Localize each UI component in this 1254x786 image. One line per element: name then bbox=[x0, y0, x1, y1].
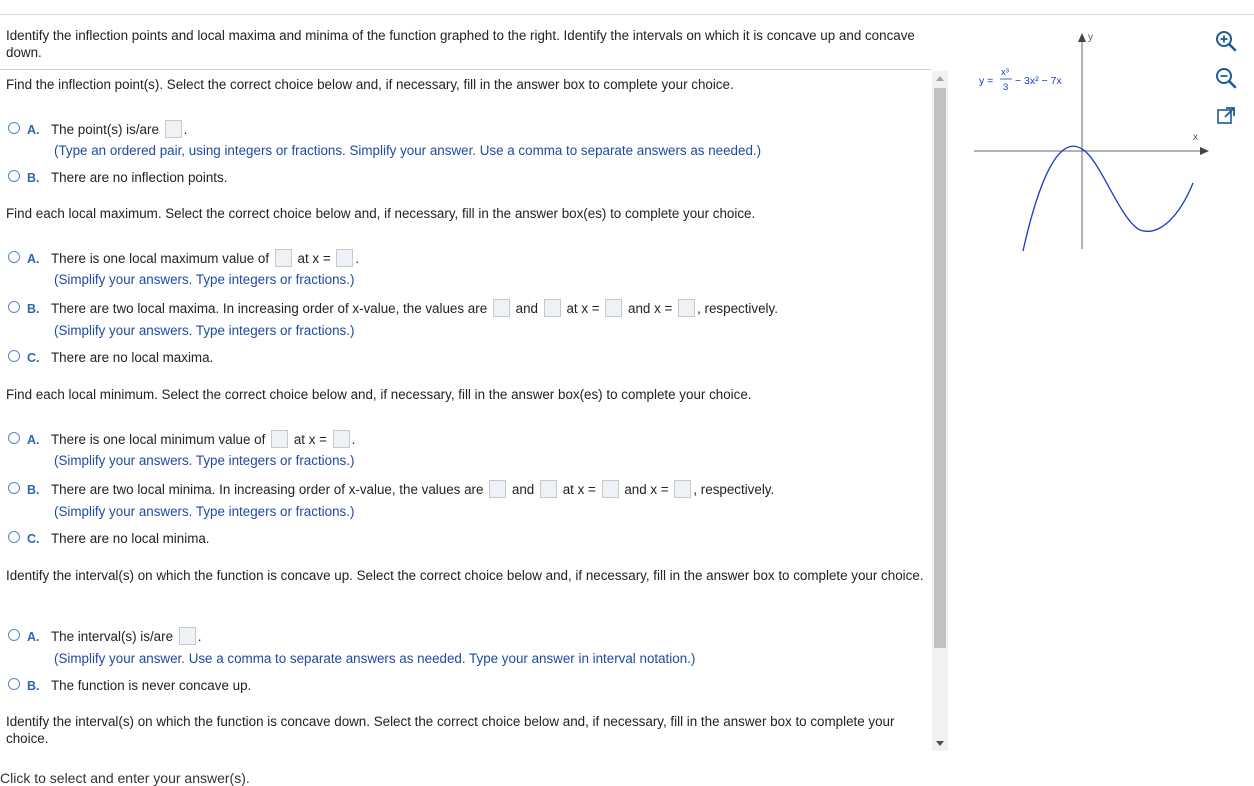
answer-box[interactable] bbox=[678, 299, 696, 318]
answer-box[interactable] bbox=[539, 480, 557, 499]
function-curve bbox=[1022, 145, 1194, 252]
minimum-b-hint: (Simplify your answers. Type integers or… bbox=[54, 504, 355, 519]
option-text: , respectively. bbox=[693, 482, 775, 497]
concave-down-prompt: Identify the interval(s) on which the fu… bbox=[6, 714, 895, 746]
option-text: The function is never concave up. bbox=[51, 678, 252, 693]
option-text: There is one local minimum value of bbox=[51, 432, 266, 447]
option-letter: A. bbox=[27, 252, 40, 266]
option-text: The point(s) is/are bbox=[51, 122, 159, 137]
answer-box[interactable] bbox=[489, 480, 507, 499]
option-text: The interval(s) is/are bbox=[51, 629, 174, 644]
option-letter: C. bbox=[27, 351, 40, 365]
minimum-a-hint: (Simplify your answers. Type integers or… bbox=[54, 453, 355, 468]
top-divider bbox=[0, 14, 1254, 15]
option-text: and bbox=[511, 482, 535, 497]
y-axis-arrow-icon bbox=[1078, 33, 1086, 42]
inflection-option-a[interactable]: A. The point(s) is/are . bbox=[8, 120, 187, 139]
option-text: at x = bbox=[297, 251, 331, 266]
question-divider bbox=[0, 69, 931, 70]
maximum-option-c[interactable]: C. There are no local maxima. bbox=[8, 349, 213, 367]
option-letter: B. bbox=[27, 483, 40, 497]
zoom-out-icon[interactable] bbox=[1213, 65, 1239, 91]
option-letter: B. bbox=[27, 171, 40, 185]
option-text: There are two local minima. In increasin… bbox=[51, 482, 484, 497]
concave-up-prompt: Identify the interval(s) on which the fu… bbox=[6, 568, 924, 583]
minimum-option-b[interactable]: B. There are two local minima. In increas… bbox=[8, 480, 775, 499]
radio-button[interactable] bbox=[8, 678, 20, 691]
answer-pane[interactable]: Find the inflection point(s). Select the… bbox=[0, 71, 932, 751]
zoom-out-tool[interactable] bbox=[1213, 65, 1239, 91]
scroll-up-arrow-icon[interactable] bbox=[936, 76, 944, 81]
option-text: , respectively. bbox=[697, 301, 778, 316]
option-text: There are two local maxima. In increasin… bbox=[51, 301, 488, 316]
radio-button[interactable] bbox=[8, 629, 20, 642]
y-axis-label: y bbox=[1088, 32, 1093, 43]
answer-box[interactable] bbox=[274, 249, 292, 268]
option-letter: A. bbox=[27, 630, 40, 644]
option-letter: A. bbox=[27, 123, 40, 137]
answer-box[interactable] bbox=[674, 480, 692, 499]
equation-denominator: 3 bbox=[1003, 82, 1008, 93]
inflection-hint: (Type an ordered pair, using integers or… bbox=[54, 143, 762, 158]
maximum-b-hint: (Simplify your answers. Type integers or… bbox=[54, 323, 355, 338]
popout-icon[interactable] bbox=[1213, 103, 1239, 129]
scrollbar-thumb[interactable] bbox=[934, 88, 946, 648]
option-text: There is one local maximum value of bbox=[51, 251, 270, 266]
radio-button[interactable] bbox=[8, 301, 20, 314]
minimum-option-a[interactable]: A. There is one local minimum value of at… bbox=[8, 430, 355, 449]
option-text: at x = bbox=[562, 482, 596, 497]
option-text: There are no inflection points. bbox=[51, 170, 228, 185]
answer-box[interactable] bbox=[178, 627, 196, 646]
answer-box[interactable] bbox=[336, 249, 354, 268]
option-text: and bbox=[515, 301, 538, 316]
answer-box[interactable] bbox=[271, 430, 289, 449]
x-axis-arrow-icon bbox=[1200, 147, 1209, 155]
option-text: There are no local maxima. bbox=[51, 350, 214, 365]
answer-box[interactable] bbox=[492, 299, 510, 318]
answer-box[interactable] bbox=[605, 299, 623, 318]
answer-box[interactable] bbox=[332, 430, 350, 449]
inflection-prompt: Find the inflection point(s). Select the… bbox=[6, 77, 734, 92]
zoom-in-icon[interactable] bbox=[1213, 28, 1239, 54]
radio-button[interactable] bbox=[8, 531, 20, 544]
option-text: and x = bbox=[624, 482, 669, 497]
radio-button[interactable] bbox=[8, 251, 20, 264]
concave-up-option-b[interactable]: B. The function is never concave up. bbox=[8, 677, 251, 695]
maximum-a-hint: (Simplify your answers. Type integers or… bbox=[54, 272, 355, 287]
radio-button[interactable] bbox=[8, 482, 20, 495]
answer-box[interactable] bbox=[164, 120, 182, 139]
zoom-in-tool[interactable] bbox=[1213, 28, 1239, 54]
maximum-option-a[interactable]: A. There is one local maximum value of at… bbox=[8, 249, 359, 268]
inflection-option-b[interactable]: B. There are no inflection points. bbox=[8, 169, 227, 187]
radio-button[interactable] bbox=[8, 122, 20, 135]
answer-box[interactable] bbox=[601, 480, 619, 499]
radio-button[interactable] bbox=[8, 170, 20, 183]
equation-prefix: y = bbox=[979, 75, 993, 87]
option-letter: C. bbox=[27, 532, 40, 546]
option-text: and x = bbox=[628, 301, 673, 316]
vertical-scrollbar[interactable] bbox=[932, 71, 948, 751]
popout-tool[interactable] bbox=[1213, 103, 1239, 129]
radio-button[interactable] bbox=[8, 350, 20, 363]
option-text: at x = bbox=[566, 301, 600, 316]
scroll-down-arrow-icon[interactable] bbox=[936, 741, 944, 746]
maximum-prompt: Find each local maximum. Select the corr… bbox=[6, 206, 756, 221]
radio-button[interactable] bbox=[8, 432, 20, 445]
maximum-option-b[interactable]: B. There are two local maxima. In increas… bbox=[8, 299, 778, 318]
question-text: Identify the inflection points and local… bbox=[6, 28, 915, 60]
concave-up-hint: (Simplify your answer. Use a comma to se… bbox=[54, 651, 696, 666]
option-letter: A. bbox=[27, 433, 40, 447]
x-axis-label: x bbox=[1193, 132, 1198, 143]
equation-numerator: x³ bbox=[1001, 67, 1009, 78]
answer-box[interactable] bbox=[543, 299, 561, 318]
minimum-option-c[interactable]: C. There are no local minima. bbox=[8, 530, 210, 548]
concave-up-option-a[interactable]: A. The interval(s) is/are . bbox=[8, 627, 202, 646]
function-graph: y = x³ 3 − 3x² − 7x x y bbox=[974, 32, 1209, 252]
option-text: at x = bbox=[293, 432, 327, 447]
option-letter: B. bbox=[27, 679, 40, 693]
option-text: There are no local minima. bbox=[51, 531, 210, 546]
minimum-prompt: Find each local minimum. Select the corr… bbox=[6, 387, 752, 402]
option-letter: B. bbox=[27, 302, 40, 316]
equation-rest: − 3x² − 7x bbox=[1015, 75, 1062, 87]
